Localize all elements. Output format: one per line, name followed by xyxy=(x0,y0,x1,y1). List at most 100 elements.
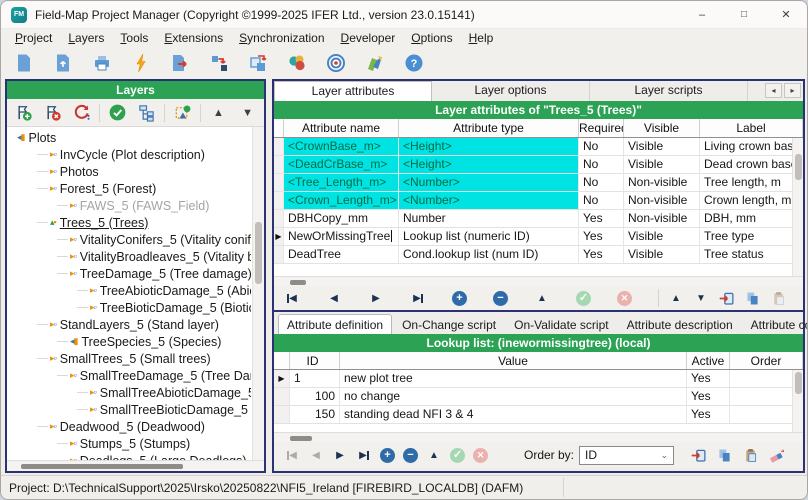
move-up-icon[interactable]: ▲ xyxy=(207,101,230,125)
menu-developer[interactable]: Developer xyxy=(333,31,404,45)
import-icon[interactable] xyxy=(690,447,707,464)
cancel-edit-icon[interactable]: ✕ xyxy=(473,448,488,463)
attribute-row[interactable]: <Tree_Length_m> <Number> No Non-visible … xyxy=(274,174,803,192)
detail-tab[interactable]: Attribute color xyxy=(743,315,808,334)
import-icon[interactable] xyxy=(718,290,735,307)
lookup-vertical-scrollbar[interactable] xyxy=(792,370,803,432)
post-edit-icon[interactable]: ✓ xyxy=(576,291,591,306)
edit-record-icon[interactable]: ▲ xyxy=(534,290,550,306)
apply-icon[interactable] xyxy=(106,101,129,125)
target-icon[interactable] xyxy=(325,52,347,74)
tree-item[interactable]: SmallTreeAbioticDamage_5 (Abiotic damage… xyxy=(7,384,251,401)
move-attribute-down-icon[interactable]: ▼ xyxy=(693,290,709,306)
first-record-icon[interactable]: ◀ xyxy=(284,290,300,306)
detail-tab[interactable]: Attribute definition xyxy=(278,314,392,334)
column-header[interactable]: Order xyxy=(730,352,803,369)
column-header[interactable]: Attribute type xyxy=(399,119,579,137)
post-edit-icon[interactable]: ✓ xyxy=(450,448,465,463)
lookup-row[interactable]: ▶ 1 new plot tree Yes 9 xyxy=(274,370,803,388)
minimize-button[interactable]: – xyxy=(681,1,723,28)
attribute-row[interactable]: <Crown_Length_m> <Number> No Non-visible… xyxy=(274,192,803,210)
eraser-icon[interactable] xyxy=(768,447,785,464)
tree-item[interactable]: InvCycle (Plot description) xyxy=(7,146,251,163)
attributes-vertical-scrollbar[interactable] xyxy=(792,138,803,276)
attribute-row[interactable]: <CrownBase_m> <Height> No Visible Living… xyxy=(274,138,803,156)
column-header[interactable]: ID xyxy=(290,352,340,369)
last-record-icon[interactable]: ▶ xyxy=(410,290,426,306)
map-icon[interactable] xyxy=(364,52,386,74)
column-header[interactable]: Required xyxy=(579,119,624,137)
layer-tab[interactable]: Layer attributes xyxy=(274,81,432,101)
lightning-icon[interactable] xyxy=(130,52,152,74)
new-project-icon[interactable] xyxy=(13,52,35,74)
tree-item[interactable]: SmallTrees_5 (Small trees) xyxy=(7,350,251,367)
workflow-icon[interactable] xyxy=(208,52,230,74)
prev-record-icon[interactable]: ◀ xyxy=(326,290,342,306)
print-icon[interactable] xyxy=(91,52,113,74)
export-project-icon[interactable] xyxy=(169,52,191,74)
tree-item[interactable]: Trees_5 (Trees) xyxy=(7,214,251,231)
column-header[interactable]: Label xyxy=(700,119,803,137)
menu-help[interactable]: Help xyxy=(461,31,502,45)
tree-item[interactable]: VitalityBroadleaves_5 (Vitality broadlea… xyxy=(7,248,251,265)
close-button[interactable]: ✕ xyxy=(765,1,807,28)
reload-layer-icon[interactable] xyxy=(70,101,93,125)
column-header[interactable]: Active xyxy=(687,352,730,369)
tree-item[interactable]: TreeDamage_5 (Tree damage) xyxy=(7,265,251,282)
tree-item[interactable]: Forest_5 (Forest) xyxy=(7,180,251,197)
tree-item[interactable]: Deadlogs_5 (Large Deadlogs) xyxy=(7,452,251,460)
layer-selection-icon[interactable] xyxy=(171,101,194,125)
paste-icon[interactable] xyxy=(770,290,787,307)
tree-item[interactable]: TreeBioticDamage_5 (Biotic damage) xyxy=(7,299,251,316)
lookup-row[interactable]: 100 no change Yes 1 xyxy=(274,388,803,406)
move-down-icon[interactable]: ▼ xyxy=(236,101,259,125)
order-by-dropdown[interactable]: ID ⌄ xyxy=(579,446,674,465)
prev-record-icon[interactable]: ◀ xyxy=(308,447,324,463)
detail-tab[interactable]: Attribute description xyxy=(619,315,741,334)
menu-extensions[interactable]: Extensions xyxy=(156,31,231,45)
tree-item[interactable]: TreeAbioticDamage_5 (Abiotic damage) xyxy=(7,282,251,299)
tree-item[interactable]: SmallTreeDamage_5 (Tree Damage) xyxy=(7,367,251,384)
first-record-icon[interactable]: ◀ xyxy=(284,447,300,463)
tree-item[interactable]: StandLayers_5 (Stand layer) xyxy=(7,316,251,333)
copy-icon[interactable] xyxy=(744,290,761,307)
next-record-icon[interactable]: ▶ xyxy=(332,447,348,463)
edit-record-icon[interactable]: ▲ xyxy=(426,447,442,463)
layer-tab[interactable]: Layer options xyxy=(432,81,590,101)
layer-tab[interactable]: Layer scripts xyxy=(590,81,748,101)
open-project-icon[interactable] xyxy=(52,52,74,74)
tree-item[interactable]: Deadwood_5 (Deadwood) xyxy=(7,418,251,435)
tree-item[interactable]: SmallTreeBioticDamage_5 (Biotic damage) xyxy=(7,401,251,418)
menu-options[interactable]: Options xyxy=(403,31,460,45)
attributes-horizontal-scrollbar[interactable] xyxy=(274,276,803,286)
hierarchy-icon[interactable] xyxy=(135,101,158,125)
tree-item[interactable]: Photos xyxy=(7,163,251,180)
detail-tab[interactable]: On-Change script xyxy=(394,315,504,334)
column-header[interactable]: Attribute name xyxy=(284,119,399,137)
delete-layer-icon[interactable] xyxy=(41,101,64,125)
tree-item[interactable]: TreeSpecies_5 (Species) xyxy=(7,333,251,350)
paste-icon[interactable] xyxy=(742,447,759,464)
copy-structure-icon[interactable] xyxy=(247,52,269,74)
tree-item[interactable]: FAWS_5 (FAWS_Field) xyxy=(7,197,251,214)
insert-record-icon[interactable]: + xyxy=(380,448,395,463)
tree-vertical-scrollbar[interactable] xyxy=(252,127,264,460)
delete-record-icon[interactable]: − xyxy=(493,291,508,306)
detail-tab[interactable]: On-Validate script xyxy=(506,315,616,334)
attribute-row[interactable]: DBHCopy_mm Number Yes Non-visible DBH, m… xyxy=(274,210,803,228)
tab-scroll-right-icon[interactable]: ▸ xyxy=(784,83,801,98)
maximize-button[interactable]: □ xyxy=(723,1,765,28)
delete-record-icon[interactable]: − xyxy=(403,448,418,463)
move-attribute-up-icon[interactable]: ▲ xyxy=(668,290,684,306)
lookup-horizontal-scrollbar[interactable] xyxy=(274,432,803,442)
column-header[interactable]: Value xyxy=(340,352,687,369)
menu-synchronization[interactable]: Synchronization xyxy=(231,31,332,45)
tree-item[interactable]: VitalityConifers_5 (Vitality conifers) xyxy=(7,231,251,248)
tree-horizontal-scrollbar[interactable] xyxy=(7,460,264,471)
attribute-row[interactable]: ▶ NewOrMissingTree Lookup list (numeric … xyxy=(274,228,803,246)
cancel-edit-icon[interactable]: ✕ xyxy=(617,291,632,306)
menu-layers[interactable]: Layers xyxy=(60,31,112,45)
tree-item[interactable]: Plots xyxy=(7,129,251,146)
attribute-row[interactable]: DeadTree Cond.lookup list (num ID) Yes V… xyxy=(274,246,803,264)
attribute-row[interactable]: <DeadCrBase_m> <Height> No Visible Dead … xyxy=(274,156,803,174)
